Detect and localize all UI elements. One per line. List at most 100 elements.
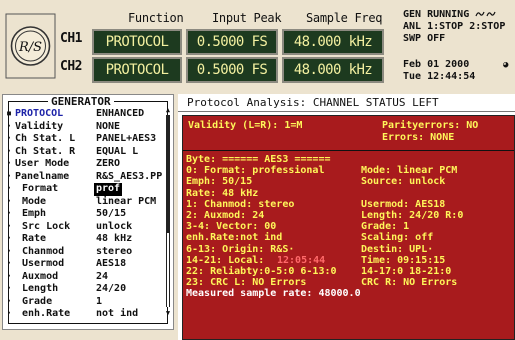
generator-item-bullet: · bbox=[6, 208, 13, 219]
generator-item[interactable]: · Ch Stat. R EQUAL L bbox=[6, 146, 163, 159]
generator-item[interactable]: · Ch Stat. L PANEL+AES3 bbox=[6, 133, 163, 146]
generator-item-value[interactable]: stereo bbox=[94, 246, 134, 259]
date-row: Feb 01 2000 ◕ bbox=[403, 59, 515, 71]
channel-status-line-right: Source: unlock bbox=[361, 176, 446, 188]
generator-item-bullet: · bbox=[6, 295, 13, 307]
generator-item-value[interactable]: 24/20 bbox=[94, 283, 128, 296]
protocol-analysis-body: Validity (L=R): 1=M Parityerrors: NO Err… bbox=[182, 115, 515, 340]
generator-item-value[interactable]: prof bbox=[94, 183, 123, 196]
generator-item-bullet: · bbox=[6, 183, 13, 194]
channel-status-line-left: enh.Rate:not ind bbox=[186, 232, 283, 244]
generator-item[interactable]: · Length 24/20 bbox=[6, 283, 163, 296]
generator-item-bullet: · bbox=[6, 308, 13, 319]
scroll-down-arrow-icon[interactable]: ▼ bbox=[165, 309, 171, 317]
rohde-schwarz-logo: R/S bbox=[5, 13, 56, 79]
generator-panel: GENERATOR ▪ PROTOCOL ENHANCED · Validity NONE… bbox=[2, 94, 174, 330]
generator-item-label: Emph bbox=[22, 208, 47, 219]
generator-item-bullet: · bbox=[6, 120, 13, 132]
generator-item-label: Format bbox=[22, 183, 59, 194]
generator-item-bullet: · bbox=[6, 270, 13, 282]
channel-status-line-right: Length: 24/20 R:0 bbox=[361, 210, 464, 221]
parity-errors-readout: Parityerrors: NO bbox=[382, 120, 479, 131]
generator-item[interactable]: · Auxmod 24 bbox=[6, 271, 163, 284]
generator-item-label: Ch Stat. R bbox=[15, 145, 76, 157]
generator-item[interactable]: · Usermod AES18 bbox=[6, 258, 163, 271]
ch2-function-display[interactable]: PROTOCOL bbox=[92, 57, 182, 83]
ch1-sample-freq-display[interactable]: 48.000 kHz bbox=[282, 29, 384, 55]
generator-item[interactable]: · Rate 48 kHz bbox=[6, 233, 163, 246]
generator-item[interactable]: · enh.Rate not ind bbox=[6, 308, 163, 321]
generator-item-label: User Mode bbox=[15, 158, 70, 169]
channel-status-line-right: CRC R: NO Errors bbox=[361, 277, 458, 289]
generator-item-value[interactable]: ENHANCED bbox=[94, 108, 146, 121]
generator-item-bullet: · bbox=[6, 245, 13, 257]
ch2-input-peak-display[interactable]: 0.5000 FS bbox=[186, 57, 278, 83]
errors-readout: Errors: NONE bbox=[382, 132, 455, 143]
generator-item-value[interactable]: 50/15 bbox=[94, 208, 128, 221]
generator-item-label: Mode bbox=[22, 195, 47, 207]
generator-item[interactable]: · Mode linear PCM bbox=[6, 196, 163, 209]
generator-item-value[interactable]: not ind bbox=[94, 308, 140, 321]
generator-item-label: enh.Rate bbox=[22, 308, 71, 319]
clock-icon: ◕ bbox=[503, 60, 509, 70]
generator-item[interactable]: · Format prof bbox=[6, 183, 163, 196]
generator-scrollbar[interactable]: ▲ ▼ bbox=[165, 106, 171, 317]
generator-item-value[interactable]: linear PCM bbox=[94, 196, 158, 209]
generator-item-bullet: · bbox=[6, 158, 13, 169]
generator-item[interactable]: · Chanmod stereo bbox=[6, 246, 163, 259]
generator-item[interactable]: · Src Lock unlock bbox=[6, 221, 163, 234]
generator-item-bullet: · bbox=[6, 133, 13, 144]
channel-status-line-left: 23: CRC L: NO Errors bbox=[186, 277, 307, 289]
generator-item[interactable]: · Emph 50/15 bbox=[6, 208, 163, 221]
channel-status-line-right: Grade: 1 bbox=[361, 221, 410, 233]
generator-item-value[interactable]: PANEL+AES3 bbox=[94, 133, 158, 146]
generator-item-label: Usermod bbox=[22, 258, 65, 269]
scroll-up-arrow-icon[interactable]: ▲ bbox=[165, 106, 171, 114]
channel-status-line-left: 14-21: Local: bbox=[186, 254, 265, 266]
oscillator-icon bbox=[475, 11, 496, 16]
channel-status-line-right: 14-17:0 18-21:0 bbox=[361, 266, 452, 277]
validity-section: Validity (L=R): 1=M Parityerrors: NO Err… bbox=[183, 116, 514, 151]
generator-item-label: Rate bbox=[22, 233, 47, 244]
scroll-thumb[interactable] bbox=[166, 115, 170, 233]
generator-item[interactable]: · User Mode ZERO bbox=[6, 158, 163, 171]
validity-readout: Validity (L=R): 1=M bbox=[188, 120, 303, 131]
generator-item-label: Chanmod bbox=[22, 245, 65, 257]
gen-status: GEN RUNNING bbox=[403, 9, 470, 20]
generator-item[interactable]: · Validity NONE bbox=[6, 121, 163, 134]
protocol-analysis-panel: Protocol Analysis: CHANNEL STATUS LEFT V… bbox=[178, 94, 515, 340]
generator-item-bullet: · bbox=[6, 233, 13, 244]
date-time-block: Feb 01 2000 ◕ Tue 12:44:54 bbox=[403, 59, 515, 83]
channel-status-line-left: 2: Auxmod: 24 bbox=[186, 210, 265, 221]
current-date: Feb 01 2000 bbox=[403, 59, 470, 70]
channel-status-line-left: 0: Format: professional bbox=[186, 165, 325, 177]
generator-item-value[interactable]: 48 kHz bbox=[94, 233, 134, 246]
ch2-sample-freq-display[interactable]: 48.000 kHz bbox=[282, 57, 384, 83]
generator-item-value[interactable]: AES18 bbox=[94, 258, 128, 271]
ch1-label: CH1 bbox=[60, 31, 82, 46]
generator-item-value[interactable]: 24 bbox=[94, 271, 110, 284]
generator-item-value[interactable]: ZERO bbox=[94, 158, 122, 171]
generator-list: ▪ PROTOCOL ENHANCED · Validity NONE · Ch Stat. … bbox=[6, 108, 163, 321]
generator-item-label: Ch Stat. L bbox=[15, 133, 76, 144]
ch1-input-peak-display[interactable]: 0.5000 FS bbox=[186, 29, 278, 55]
generator-item-label: Panelname bbox=[15, 170, 70, 182]
generator-item[interactable]: · Panelname R&S_AES3.PP bbox=[6, 171, 163, 184]
generator-item-value[interactable]: EQUAL L bbox=[94, 146, 140, 159]
generator-item-value[interactable]: 1 bbox=[94, 296, 104, 309]
generator-item-bullet: ▪ bbox=[6, 108, 13, 119]
generator-item[interactable]: ▪ PROTOCOL ENHANCED bbox=[6, 108, 163, 121]
gen-status-row: GEN RUNNING bbox=[403, 9, 515, 21]
channel-status-line-left: Emph: 50/15 bbox=[186, 176, 253, 188]
channel-status-line-right: Scaling: off bbox=[361, 232, 434, 244]
generator-item-value[interactable]: unlock bbox=[94, 221, 134, 234]
generator-item-value[interactable]: NONE bbox=[94, 121, 122, 134]
generator-item-bullet: · bbox=[6, 195, 13, 207]
generator-item[interactable]: · Grade 1 bbox=[6, 296, 163, 309]
generator-item-label: PROTOCOL bbox=[15, 108, 64, 119]
generator-item-value[interactable]: R&S_AES3.PP bbox=[94, 171, 164, 184]
ch1-function-display[interactable]: PROTOCOL bbox=[92, 29, 182, 55]
channel-status-line-left: Byte: ====== AES3 ====== bbox=[186, 154, 331, 165]
channel-status-line-left: 22: Reliabty:0-5:0 6-13:0 bbox=[186, 266, 337, 277]
protocol-analysis-title: Protocol Analysis: CHANNEL STATUS LEFT bbox=[178, 94, 515, 112]
